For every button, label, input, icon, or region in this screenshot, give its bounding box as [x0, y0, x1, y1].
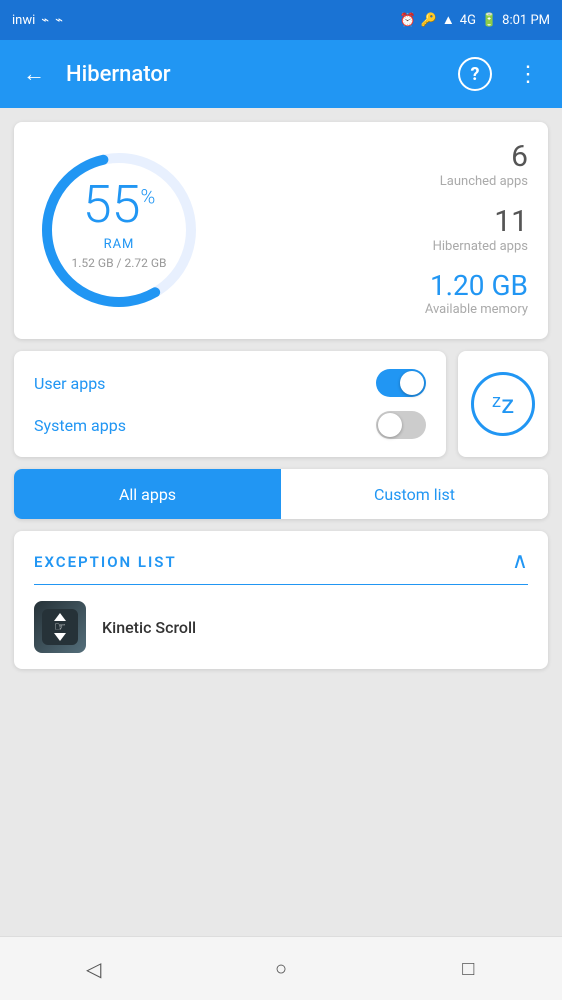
user-apps-toggle-row: User apps	[34, 369, 426, 397]
usb-icon: ⌁	[41, 13, 49, 28]
hibernated-apps-stat: 11 Hibernated apps	[433, 207, 528, 254]
ram-percent: 55%	[83, 179, 155, 231]
back-nav-button[interactable]: ◁	[72, 947, 116, 991]
wifi-icon: ▲	[442, 12, 455, 28]
recent-nav-button[interactable]: □	[446, 947, 490, 991]
usb2-icon: ⌁	[55, 13, 63, 28]
app-icon-kinetic-scroll: ☞	[34, 601, 86, 653]
top-bar: ← Hibernator ? ⋮	[0, 40, 562, 108]
bottom-nav: ◁ ○ □	[0, 936, 562, 1000]
battery-icon: 🔋	[481, 13, 497, 28]
tab-custom-list[interactable]: Custom list	[281, 469, 548, 519]
launched-apps-stat: 6 Launched apps	[440, 142, 528, 189]
hibernated-apps-count: 11	[433, 207, 528, 237]
toggle-row: User apps System apps ᶻz	[14, 351, 548, 457]
tab-all-apps-label: All apps	[119, 485, 176, 504]
key-icon: 🔑	[421, 13, 437, 28]
carrier-label: inwi	[12, 13, 35, 28]
status-bar: inwi ⌁ ⌁ ⏰ 🔑 ▲ 4G 🔋 8:01 PM	[0, 0, 562, 40]
stats-right: 6 Launched apps 11 Hibernated apps 1.20 …	[214, 142, 528, 317]
help-icon: ?	[471, 64, 480, 85]
user-apps-label: User apps	[34, 374, 105, 393]
back-nav-icon: ◁	[86, 957, 101, 981]
status-left: inwi ⌁ ⌁	[12, 13, 63, 28]
user-apps-toggle[interactable]	[376, 369, 426, 397]
top-bar-icons: ? ⋮	[458, 56, 546, 92]
available-memory-stat: 1.20 GB Available memory	[425, 272, 528, 317]
back-button[interactable]: ←	[16, 56, 52, 92]
sleep-circle-icon: ᶻz	[471, 372, 535, 436]
ram-circle: 55% RAM 1.52 GB / 2.72 GB	[34, 145, 204, 315]
main-content: 55% RAM 1.52 GB / 2.72 GB 6 Launched app…	[0, 108, 562, 936]
toggle-panel: User apps System apps	[14, 351, 446, 457]
alarm-icon: ⏰	[400, 13, 416, 28]
ram-usage: 1.52 GB / 2.72 GB	[72, 256, 167, 270]
launched-apps-label: Launched apps	[440, 174, 528, 189]
menu-button[interactable]: ⋮	[510, 56, 546, 92]
page-title: Hibernator	[66, 62, 458, 87]
system-apps-knob	[378, 413, 402, 437]
user-apps-knob	[400, 371, 424, 395]
available-memory-label: Available memory	[425, 302, 528, 317]
help-button[interactable]: ?	[458, 57, 492, 91]
exception-title: Exception List	[34, 553, 177, 571]
ram-label: RAM	[104, 237, 135, 252]
home-nav-icon: ○	[275, 956, 287, 981]
exception-card: Exception List ∧ ☞ Kinetic Scroll	[14, 531, 548, 669]
exception-header: Exception List ∧	[14, 531, 548, 584]
status-right: ⏰ 🔑 ▲ 4G 🔋 8:01 PM	[400, 12, 550, 28]
tab-all-apps[interactable]: All apps	[14, 469, 281, 519]
tab-bar: All apps Custom list	[14, 469, 548, 519]
sleep-button[interactable]: ᶻz	[458, 351, 548, 457]
stats-card: 55% RAM 1.52 GB / 2.72 GB 6 Launched app…	[14, 122, 548, 339]
exception-item-kinetic-scroll: ☞ Kinetic Scroll	[14, 585, 548, 669]
more-icon: ⋮	[517, 62, 539, 87]
available-memory-value: 1.20 GB	[425, 272, 528, 300]
system-apps-toggle[interactable]	[376, 411, 426, 439]
circle-inner: 55% RAM 1.52 GB / 2.72 GB	[72, 179, 167, 270]
launched-apps-count: 6	[440, 142, 528, 172]
home-nav-button[interactable]: ○	[259, 947, 303, 991]
system-apps-toggle-row: System apps	[34, 411, 426, 439]
kinetic-scroll-svg: ☞	[42, 609, 78, 645]
time-label: 8:01 PM	[502, 13, 550, 28]
app-name-kinetic-scroll: Kinetic Scroll	[102, 618, 196, 637]
sleep-icon: ᶻz	[492, 389, 514, 420]
hibernated-apps-label: Hibernated apps	[433, 239, 528, 254]
tab-custom-list-label: Custom list	[374, 485, 455, 504]
recent-nav-icon: □	[462, 956, 474, 981]
chevron-up-icon[interactable]: ∧	[512, 549, 528, 574]
svg-text:☞: ☞	[54, 620, 66, 635]
system-apps-label: System apps	[34, 416, 126, 435]
signal-icon: 4G	[460, 13, 476, 28]
